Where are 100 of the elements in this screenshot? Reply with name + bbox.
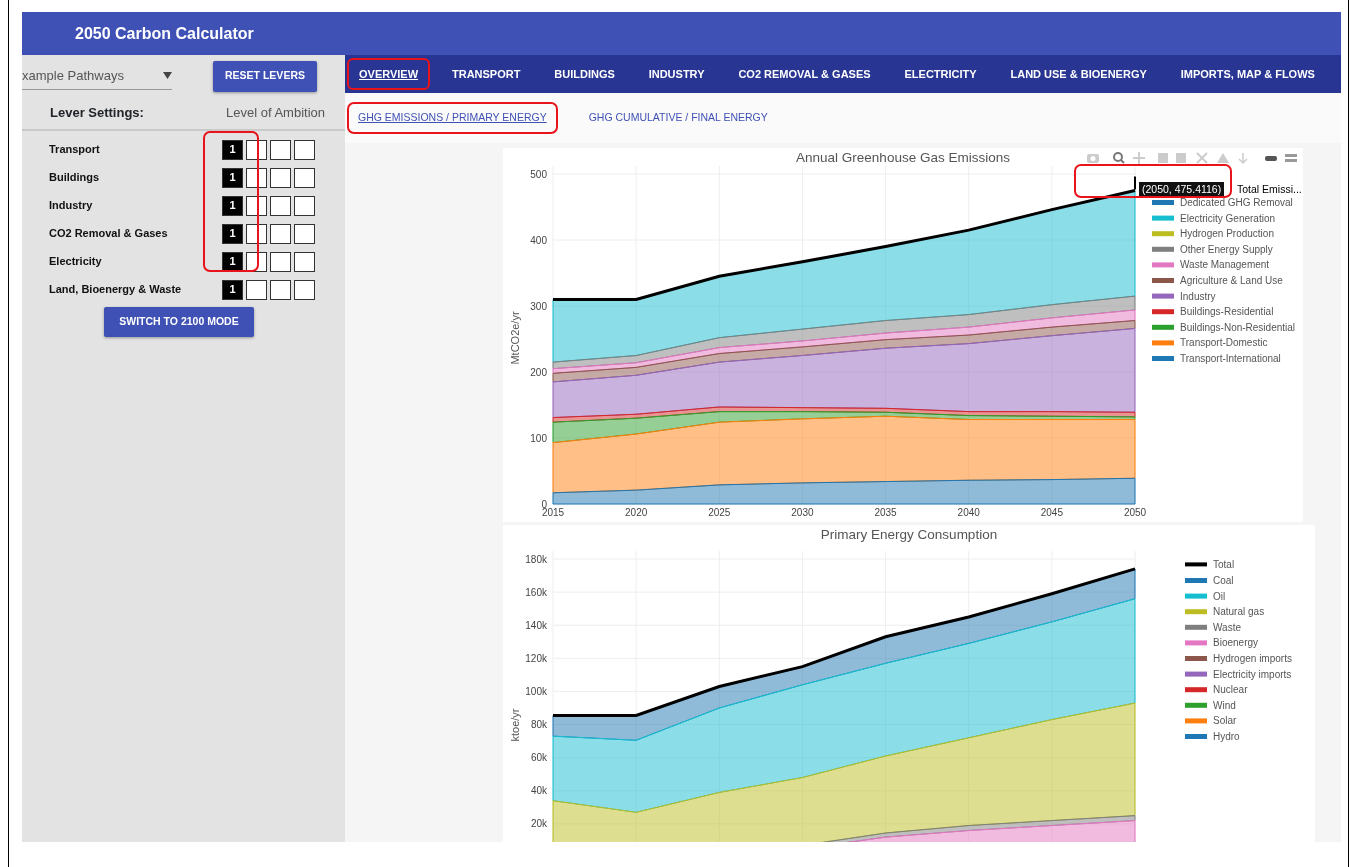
- legend-swatch[interactable]: [1152, 356, 1174, 361]
- legend-swatch[interactable]: [1152, 200, 1174, 205]
- lever-name: Transport: [49, 142, 101, 158]
- sub-tab[interactable]: GHG CUMULATIVE / FINAL ENERGY: [577, 102, 779, 134]
- legend-swatch[interactable]: [1152, 231, 1174, 237]
- legend-label: Other Energy Supply: [1180, 243, 1273, 255]
- axis-tick-label: 2025: [708, 507, 731, 518]
- arrow-icon[interactable]: [1238, 152, 1248, 165]
- legend-swatch[interactable]: [1185, 734, 1207, 739]
- level-box[interactable]: [270, 195, 291, 216]
- legend-swatch[interactable]: [1185, 624, 1207, 630]
- level-box[interactable]: [270, 139, 291, 160]
- axis-tick-label: 80k: [530, 719, 547, 731]
- legend-swatch[interactable]: [1185, 578, 1207, 583]
- level-box[interactable]: [246, 167, 267, 188]
- axis-tick-label: 160k: [525, 586, 547, 598]
- mode-button[interactable]: SWITCH TO 2100 MODE: [104, 306, 254, 337]
- level-box[interactable]: 1: [222, 195, 243, 216]
- level-box[interactable]: [246, 251, 267, 272]
- lever-name: Buildings: [49, 170, 101, 186]
- nav-tab[interactable]: LAND USE & BIOENERGY: [998, 57, 1159, 91]
- level-box[interactable]: [270, 167, 291, 188]
- nav-tab[interactable]: INDUSTRY: [636, 57, 717, 91]
- level-box[interactable]: [246, 279, 267, 300]
- axis-tick-label: 140k: [525, 619, 547, 631]
- nav-tab[interactable]: OVERVIEW: [347, 57, 431, 91]
- legend-swatch[interactable]: [1185, 609, 1207, 615]
- level-box[interactable]: [246, 223, 267, 244]
- legend-swatch[interactable]: [1185, 671, 1207, 677]
- caret-icon: [163, 72, 172, 79]
- triangle-icon[interactable]: [1217, 153, 1229, 163]
- legend-swatch[interactable]: [1152, 215, 1174, 221]
- legend-label: Transport-International: [1180, 353, 1281, 364]
- sub-tab[interactable]: GHG EMISSIONS / PRIMARY ENERGY: [347, 102, 558, 134]
- lever-name: CO2 Removal & Gases: [49, 226, 169, 242]
- legend-swatch[interactable]: [1152, 293, 1174, 299]
- level-box[interactable]: 1: [222, 223, 243, 244]
- axis-tick-label: 400: [530, 234, 547, 246]
- legend-label: Industry: [1180, 290, 1216, 302]
- legend-label: Solar: [1213, 715, 1237, 727]
- hover-series-name: Total Emissi...: [1235, 182, 1303, 196]
- nav-tab[interactable]: IMPORTS, MAP & FLOWS: [1168, 57, 1327, 91]
- legend-swatch[interactable]: [1152, 324, 1174, 330]
- lever-heading: Lever Settings:: [50, 104, 144, 122]
- level-box[interactable]: [270, 223, 291, 244]
- legend-label: Buildings-Non-Residential: [1180, 321, 1296, 333]
- app-title: 2050 Carbon Calculator: [75, 23, 254, 44]
- legend-swatch[interactable]: [1185, 718, 1207, 724]
- level-box[interactable]: 1: [222, 251, 243, 272]
- legend-swatch[interactable]: [1185, 593, 1207, 599]
- legend-label: Dedicated GHG Removal: [1180, 197, 1293, 208]
- axis-tick-label: 100k: [525, 685, 547, 697]
- legend-swatch[interactable]: [1185, 640, 1207, 646]
- level-box[interactable]: [294, 195, 315, 216]
- legend-label: Total: [1213, 559, 1235, 571]
- legend-swatch[interactable]: [1185, 562, 1207, 567]
- legend-label: Nuclear: [1213, 684, 1248, 696]
- menu-icon[interactable]: [1285, 154, 1297, 162]
- nav-tab[interactable]: TRANSPORT: [439, 57, 533, 91]
- lever-name: Electricity: [49, 254, 103, 270]
- nav-tab[interactable]: CO2 REMOVAL & GASES: [726, 57, 883, 91]
- nav-tab[interactable]: BUILDINGS: [542, 57, 627, 91]
- lever-name: Industry: [49, 198, 94, 214]
- nav-tab[interactable]: ELECTRICITY: [892, 57, 989, 91]
- axis-tick-label: 60k: [530, 752, 547, 764]
- level-box[interactable]: [270, 251, 291, 272]
- zoom-icon[interactable]: [1113, 152, 1125, 164]
- level-box[interactable]: [294, 167, 315, 188]
- axis-tick-label: 2045: [1040, 507, 1063, 518]
- level-box[interactable]: [246, 139, 267, 160]
- axis-tick-label: 120k: [525, 652, 547, 664]
- legend-swatch[interactable]: [1152, 340, 1174, 346]
- legend-label: Coal: [1213, 575, 1234, 586]
- level-box[interactable]: [246, 195, 267, 216]
- level-box[interactable]: [294, 139, 315, 160]
- legend-swatch[interactable]: [1152, 278, 1174, 283]
- legend-swatch[interactable]: [1185, 702, 1207, 708]
- camera-icon[interactable]: [1087, 154, 1099, 163]
- reset-button[interactable]: RESET LEVERS: [213, 60, 317, 92]
- chart-title: Primary Energy Consumption: [820, 527, 998, 542]
- legend-swatch[interactable]: [1152, 309, 1174, 315]
- level-box[interactable]: [294, 223, 315, 244]
- pathway-dropdown[interactable]: xample Pathways: [22, 61, 172, 91]
- level-box[interactable]: [294, 251, 315, 272]
- legend-swatch[interactable]: [1185, 687, 1207, 693]
- level-box[interactable]: [270, 279, 291, 300]
- level-box[interactable]: 1: [222, 167, 243, 188]
- lever-name: Land, Bioenergy & Waste: [49, 282, 183, 298]
- axis-tick-label: 200: [530, 366, 547, 378]
- axis-tick-label: 20k: [530, 818, 547, 830]
- toggle-icon[interactable]: [1265, 156, 1277, 161]
- level-box[interactable]: 1: [222, 279, 243, 300]
- legend-swatch[interactable]: [1152, 246, 1174, 252]
- level-box[interactable]: 1: [222, 139, 243, 160]
- axis-tick-label: 180k: [525, 553, 547, 565]
- legend-swatch[interactable]: [1185, 656, 1207, 661]
- legend-swatch[interactable]: [1152, 262, 1174, 268]
- move-icon[interactable]: [1132, 151, 1146, 165]
- hover-label: (2050, 475.4116): [1139, 182, 1225, 196]
- level-box[interactable]: [294, 279, 315, 300]
